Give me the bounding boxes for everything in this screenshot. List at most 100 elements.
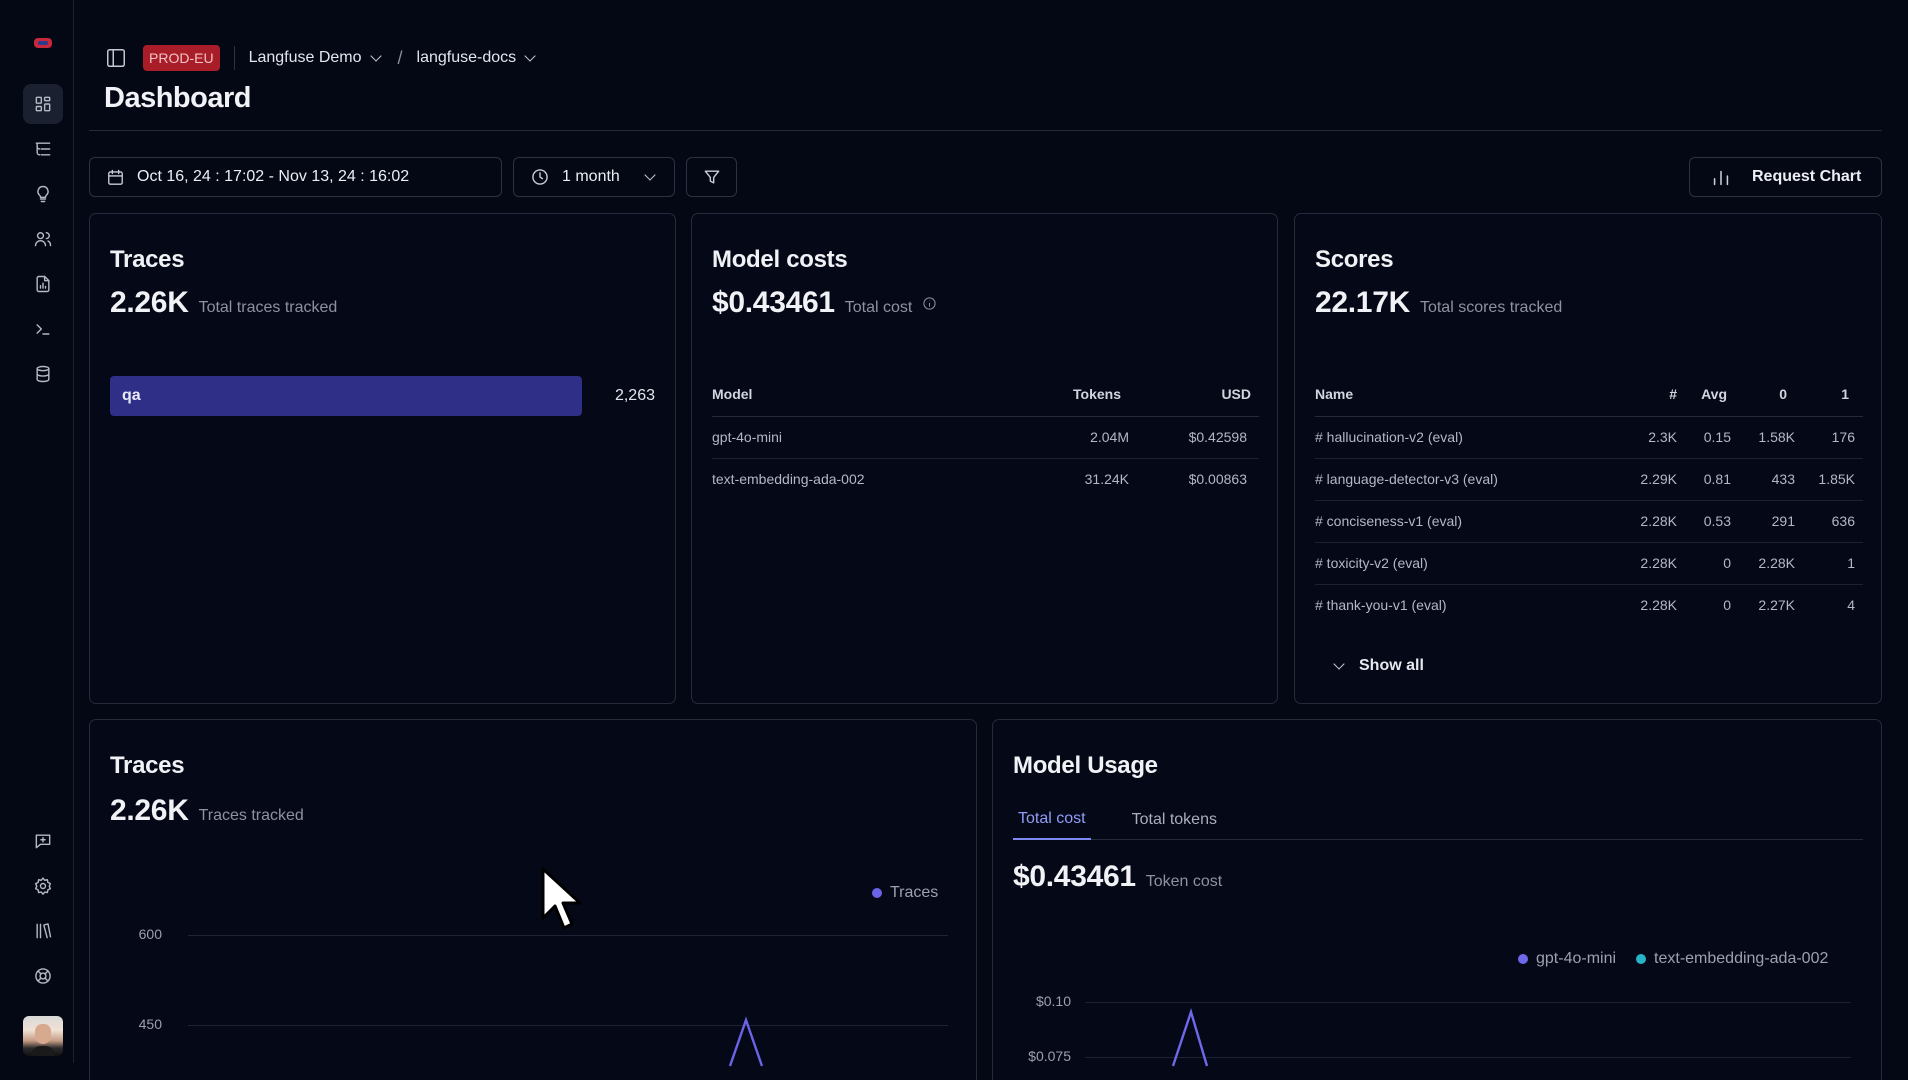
request-chart-button[interactable]: Request Chart [1689,157,1882,197]
model-costs-label: Total cost [844,299,913,316]
request-chart-label: Request Chart [1752,168,1862,185]
scores-card: Scores 22.17K Total scores tracked Name … [1294,213,1882,704]
trace-name-count: 2,263 [614,387,655,404]
table-row[interactable]: # language-detector-v3 (eval) 2.29K 0.81… [1315,458,1863,501]
project-switcher[interactable]: langfuse-docs [417,49,536,67]
scores-total-label: Total scores tracked [1419,299,1563,316]
sidebar-item-docs[interactable] [23,911,63,951]
score-avg: 0.53 [1677,500,1739,543]
column-header: # [1637,372,1677,417]
score-avg: 0.15 [1677,416,1739,459]
model-usage-line-chart [1171,1008,1209,1067]
card-title: Traces [110,246,185,273]
period-select[interactable]: 1 month [513,157,675,197]
panel-left-icon [107,49,125,67]
traces-total-label: Total traces tracked [198,299,338,316]
table-row: gpt-4o-mini 2.04M $0.42598 [712,416,1259,459]
model-costs-table: Model Tokens USD gpt-4o-mini 2.04M $0.42… [712,372,1259,500]
org-name: Langfuse Demo [248,49,362,66]
trace-name-bar-row[interactable]: qa 2,263 [110,376,655,416]
file-chart-icon [36,275,50,293]
trace-name-label: qa [122,387,141,404]
traces-card: Traces 2.26K Total traces tracked qa 2,2… [89,213,676,704]
score-one: 636 [1801,500,1863,543]
column-header: 1 [1801,372,1863,417]
terminal-icon [36,324,50,335]
table-row[interactable]: # conciseness-v1 (eval) 2.28K 0.53 291 6… [1315,500,1863,543]
lightbulb-icon [37,185,49,203]
column-header: 0 [1739,372,1801,417]
model-costs-card: Model costs $0.43461 Total cost Model To… [691,213,1278,704]
org-switcher[interactable]: Langfuse Demo [248,49,382,67]
score-zero: 291 [1739,500,1801,543]
gpt-4o-mini-series-line [1171,1008,1209,1067]
score-count: 2.28K [1637,542,1677,585]
column-header: Model [712,372,1009,417]
chevron-down-icon [644,169,656,181]
table-header: Model Tokens USD [712,372,1259,417]
calendar-icon [108,169,123,185]
sidebar-item-traces[interactable] [23,129,63,169]
dashboard-icon [35,96,51,112]
database-icon [36,365,50,383]
env-badge: PROD-EU [143,45,220,71]
header-divider [89,130,1882,131]
score-zero: 2.27K [1758,597,1795,614]
chevron-down-icon [524,50,536,62]
list-tree-icon [35,142,51,156]
traces-series-line [728,1016,764,1067]
scores-total-value: 22.17K [1315,286,1410,319]
info-icon[interactable] [922,296,937,311]
date-range-value: Oct 16, 24 : 17:02 - Nov 13, 24 : 16:02 [137,168,410,185]
card-title: Model costs [712,246,848,273]
scores-table: Name # Avg 0 1 # hallucination-v2 (eval)… [1315,372,1863,626]
avatar[interactable] [23,1016,63,1056]
table-row[interactable]: # hallucination-v2 (eval) 2.3K 0.15 1.58… [1315,416,1863,459]
langfuse-logo[interactable] [34,38,52,48]
model-usd: $0.42598 [1129,416,1259,459]
score-avg: 0 [1723,597,1731,614]
sidebar-item-support[interactable] [23,956,63,996]
lifebuoy-icon [35,968,51,984]
sidebar-toggle-button[interactable] [104,46,128,70]
page-title: Dashboard [104,82,251,114]
column-header: USD [1129,372,1259,417]
sidebar-item-playground[interactable] [23,309,63,349]
show-all-button[interactable]: Show all [1333,657,1424,675]
filter-icon [704,170,719,184]
sidebar-item-feedback[interactable] [23,821,63,861]
column-header: Name [1315,372,1637,417]
sidebar [0,0,74,1063]
model-name: gpt-4o-mini [712,416,1009,459]
model-tokens: 31.24K [1084,471,1129,488]
bar-chart-icon [1713,170,1729,186]
score-count: 2.3K [1637,416,1677,459]
sidebar-item-users[interactable] [23,219,63,259]
sidebar-item-settings[interactable] [23,866,63,906]
table-row[interactable]: # thank-you-v1 (eval) 2.28K 0 2.27K 4 [1315,584,1863,626]
traces-line-chart [728,1016,764,1067]
traces-total: 2.26K Total traces tracked [110,286,337,320]
sidebar-item-dashboard[interactable] [23,84,63,124]
model-name: text-embedding-ada-002 [712,471,865,488]
chevron-down-icon [369,50,382,62]
sidebar-item-datasets[interactable] [23,354,63,394]
table-row[interactable]: # toxicity-v2 (eval) 2.28K 0 2.28K 1 [1315,542,1863,585]
column-header: Tokens [1009,372,1129,417]
score-zero: 2.28K [1739,542,1801,585]
score-name: # language-detector-v3 (eval) [1315,458,1637,501]
score-name: # thank-you-v1 (eval) [1315,597,1447,614]
score-count: 2.29K [1637,458,1677,501]
scores-total: 22.17K Total scores tracked [1315,286,1562,320]
model-usd: $0.00863 [1188,471,1247,488]
score-name: # conciseness-v1 (eval) [1315,500,1637,543]
score-one: 1 [1801,542,1863,585]
sidebar-item-scores[interactable] [23,264,63,304]
users-icon [34,232,52,247]
score-count: 2.28K [1637,500,1677,543]
period-value: 1 month [562,168,620,185]
model-costs-total: $0.43461 Total cost [712,286,937,320]
sidebar-item-prompts[interactable] [23,174,63,214]
filter-button[interactable] [686,157,737,197]
date-range-picker[interactable]: Oct 16, 24 : 17:02 - Nov 13, 24 : 16:02 [89,157,502,197]
